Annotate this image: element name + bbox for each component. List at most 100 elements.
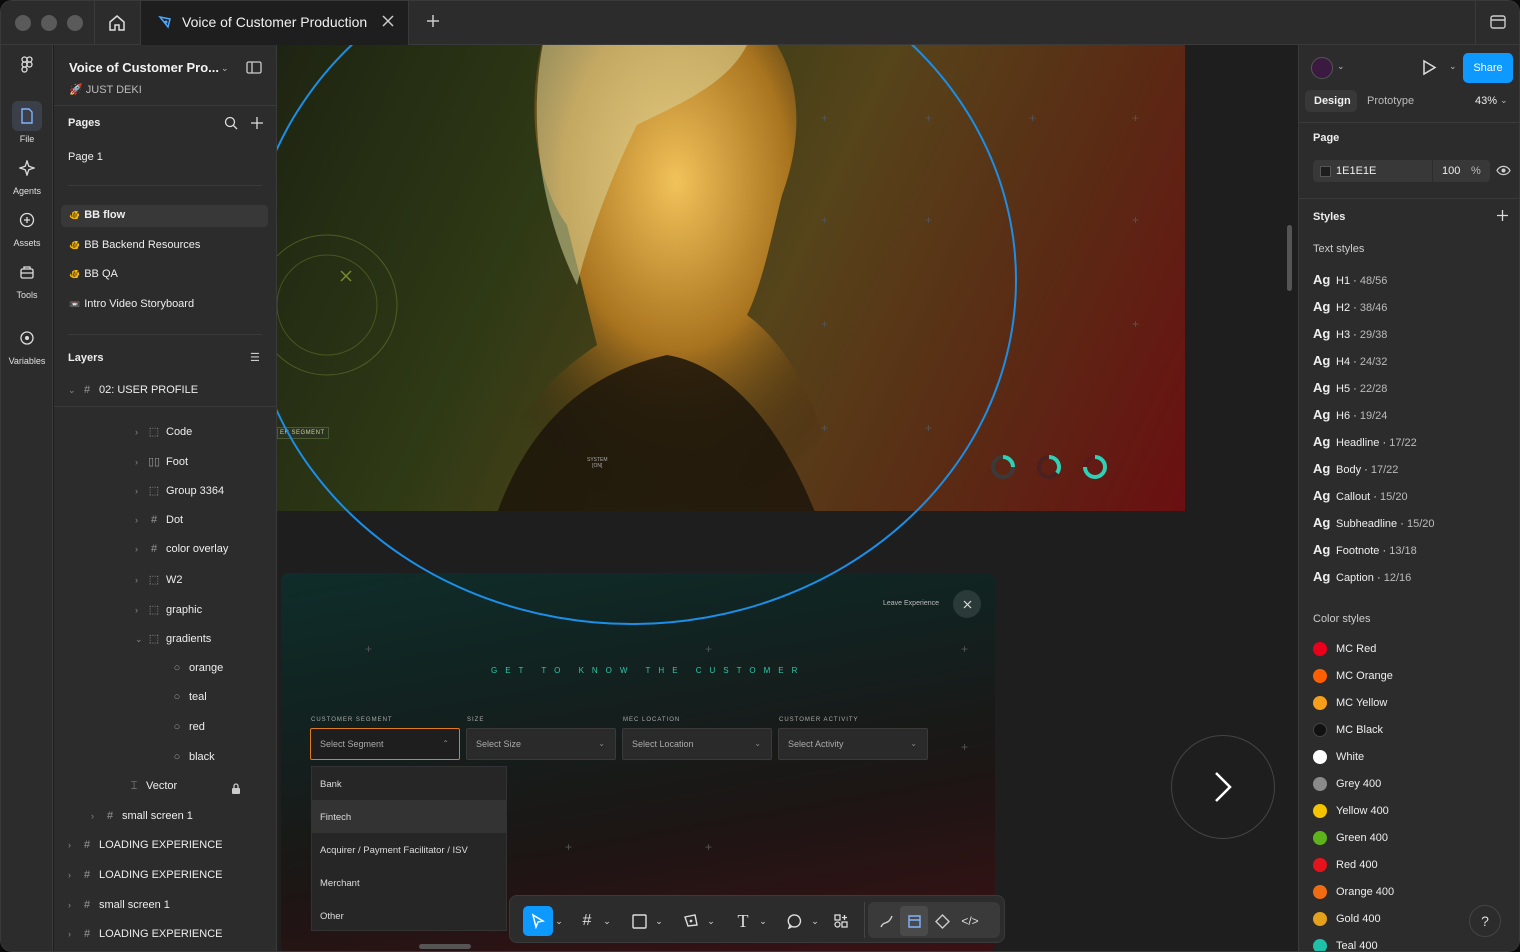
text-style-item[interactable]: Ag H3 · 29/38 <box>1313 326 1387 341</box>
rectangle-tool-icon[interactable] <box>624 906 654 936</box>
layer-item[interactable]: ○ red <box>158 721 205 739</box>
add-page-icon[interactable] <box>250 116 264 135</box>
text-style-item[interactable]: Ag Subheadline · 15/20 <box>1313 515 1434 530</box>
chevron-down-icon[interactable]: ⌄ <box>758 906 768 936</box>
chevron-icon[interactable]: › <box>68 870 78 880</box>
horizontal-scrollbar[interactable] <box>419 944 471 949</box>
page-item[interactable]: 🐠 BB flow <box>61 205 268 227</box>
chevron-icon[interactable]: › <box>68 929 78 939</box>
eye-icon[interactable] <box>1496 164 1511 182</box>
add-style-icon[interactable] <box>1496 209 1509 227</box>
text-style-item[interactable]: Ag Callout · 15/20 <box>1313 488 1408 503</box>
new-tab-icon[interactable] <box>425 13 441 34</box>
ellipse-selection[interactable] <box>277 45 1017 625</box>
zoom-window-button[interactable] <box>67 15 83 31</box>
layer-item[interactable]: › ▯▯ Foot <box>135 455 188 473</box>
tab-design[interactable]: Design <box>1314 95 1351 107</box>
home-icon[interactable] <box>105 12 129 34</box>
color-style-item[interactable]: Red 400 <box>1313 858 1378 872</box>
layer-item[interactable]: ○ black <box>158 751 215 769</box>
text-style-item[interactable]: Ag Body · 17/22 <box>1313 461 1398 476</box>
layer-item[interactable]: ⌶ Vector <box>115 780 178 798</box>
layer-item[interactable]: › # LOADING EXPERIENCE <box>68 928 222 946</box>
color-style-item[interactable]: Gold 400 <box>1313 912 1381 926</box>
chevron-icon[interactable]: › <box>135 515 145 525</box>
chevron-down-icon[interactable]: ⌄ <box>1500 95 1508 106</box>
chevron-down-icon[interactable]: ⌄ <box>706 906 716 936</box>
chevron-down-icon[interactable]: ⌄ <box>1449 61 1457 72</box>
option-item[interactable]: Bank <box>312 767 506 800</box>
layer-item[interactable]: ⌄ #02: USER PROFILE <box>68 384 198 402</box>
text-style-item[interactable]: Ag H6 · 19/24 <box>1313 407 1387 422</box>
color-style-item[interactable]: Yellow 400 <box>1313 804 1389 818</box>
chevron-down-icon[interactable]: ⌄ <box>654 906 664 936</box>
search-icon[interactable] <box>224 116 238 135</box>
actions-tool-icon[interactable] <box>826 906 856 936</box>
vertical-scrollbar[interactable] <box>1287 225 1292 291</box>
layer-item[interactable]: › ⬚ W2 <box>135 573 183 591</box>
text-style-item[interactable]: Ag Headline · 17/22 <box>1313 434 1417 449</box>
chevron-icon[interactable]: › <box>135 486 145 496</box>
layer-item[interactable]: ⌄ ⬚ gradients <box>135 632 211 650</box>
location-select[interactable]: Select Location ⌄ <box>622 728 772 760</box>
layer-item[interactable]: › ⬚ graphic <box>135 603 202 621</box>
option-item[interactable]: Acquirer / Payment Facilitator / ISV <box>312 833 506 866</box>
chevron-icon[interactable]: › <box>68 900 78 910</box>
layer-item[interactable]: › ⬚ Group 3364 <box>135 484 224 502</box>
option-item[interactable]: Other <box>312 899 506 932</box>
rail-assets[interactable]: Assets <box>1 205 53 248</box>
page-item-page-1[interactable]: Page 1 <box>68 151 103 163</box>
panel-layout-icon[interactable] <box>1489 13 1507 36</box>
color-style-item[interactable]: MC Red <box>1313 642 1376 656</box>
text-style-item[interactable]: Ag H4 · 24/32 <box>1313 353 1387 368</box>
color-style-item[interactable]: Teal 400 <box>1313 939 1378 951</box>
chevron-icon[interactable]: › <box>135 544 145 554</box>
layer-item[interactable]: › # Dot <box>135 514 183 532</box>
rail-agents[interactable]: Agents <box>1 153 53 196</box>
text-style-item[interactable]: Ag H1 · 48/56 <box>1313 272 1387 287</box>
rail-file[interactable]: File <box>1 101 53 144</box>
chevron-icon[interactable]: ⌄ <box>135 634 145 645</box>
color-style-item[interactable]: MC Black <box>1313 723 1383 737</box>
chevron-icon[interactable]: › <box>135 605 145 615</box>
close-window-button[interactable] <box>15 15 31 31</box>
layer-item[interactable]: ○ teal <box>158 691 207 709</box>
layer-item[interactable]: › # LOADING EXPERIENCE <box>68 839 222 857</box>
size-select[interactable]: Select Size ⌄ <box>466 728 616 760</box>
chevron-down-icon[interactable]: ⌄ <box>810 906 820 936</box>
color-style-item[interactable]: Grey 400 <box>1313 777 1381 791</box>
color-style-item[interactable]: MC Yellow <box>1313 696 1387 710</box>
chevron-icon[interactable]: › <box>68 840 78 850</box>
pen-tool-icon[interactable] <box>676 906 706 936</box>
color-style-item[interactable]: MC Orange <box>1313 669 1393 683</box>
prototype-mode-icon[interactable] <box>928 906 956 936</box>
close-icon[interactable] <box>953 590 981 618</box>
design-mode-icon[interactable] <box>900 906 928 936</box>
segment-select[interactable]: Select Segment ⌃ <box>310 728 460 760</box>
rail-tools[interactable]: Tools <box>1 257 53 300</box>
color-swatch[interactable] <box>1320 166 1331 177</box>
comment-tool-icon[interactable] <box>780 906 810 936</box>
leave-experience-link[interactable]: Leave Experience <box>883 600 939 607</box>
play-icon[interactable] <box>1421 59 1437 81</box>
collapse-layers-icon[interactable]: ☰ <box>250 351 260 364</box>
chevron-down-icon[interactable]: ⌄ <box>1337 61 1345 72</box>
text-style-item[interactable]: Ag Caption · 12/16 <box>1313 569 1411 584</box>
text-style-item[interactable]: Ag H2 · 38/46 <box>1313 299 1387 314</box>
avatar[interactable] <box>1311 57 1333 79</box>
page-item[interactable]: 🐠 BB QA <box>61 264 268 286</box>
text-style-item[interactable]: Ag H5 · 22/28 <box>1313 380 1387 395</box>
move-tool-icon[interactable] <box>523 906 553 936</box>
close-tab-icon[interactable] <box>381 14 395 33</box>
page-item[interactable]: 🐠 BB Backend Resources <box>61 235 268 257</box>
chevron-icon[interactable]: › <box>135 427 145 437</box>
option-item[interactable]: Fintech <box>312 800 506 833</box>
activity-select[interactable]: Select Activity ⌄ <box>778 728 928 760</box>
frame-tool-icon[interactable]: # <box>572 906 602 936</box>
page-fill-hex[interactable]: 1E1E1E <box>1336 165 1376 177</box>
share-button[interactable]: Share <box>1463 53 1513 83</box>
layer-item[interactable]: ○ orange <box>158 662 224 680</box>
text-tool-icon[interactable]: T <box>728 906 758 936</box>
canvas[interactable]: + + + + + + + + + + + ER SEGMENT SYSTEM[… <box>277 45 1297 951</box>
tab-prototype[interactable]: Prototype <box>1367 95 1414 107</box>
